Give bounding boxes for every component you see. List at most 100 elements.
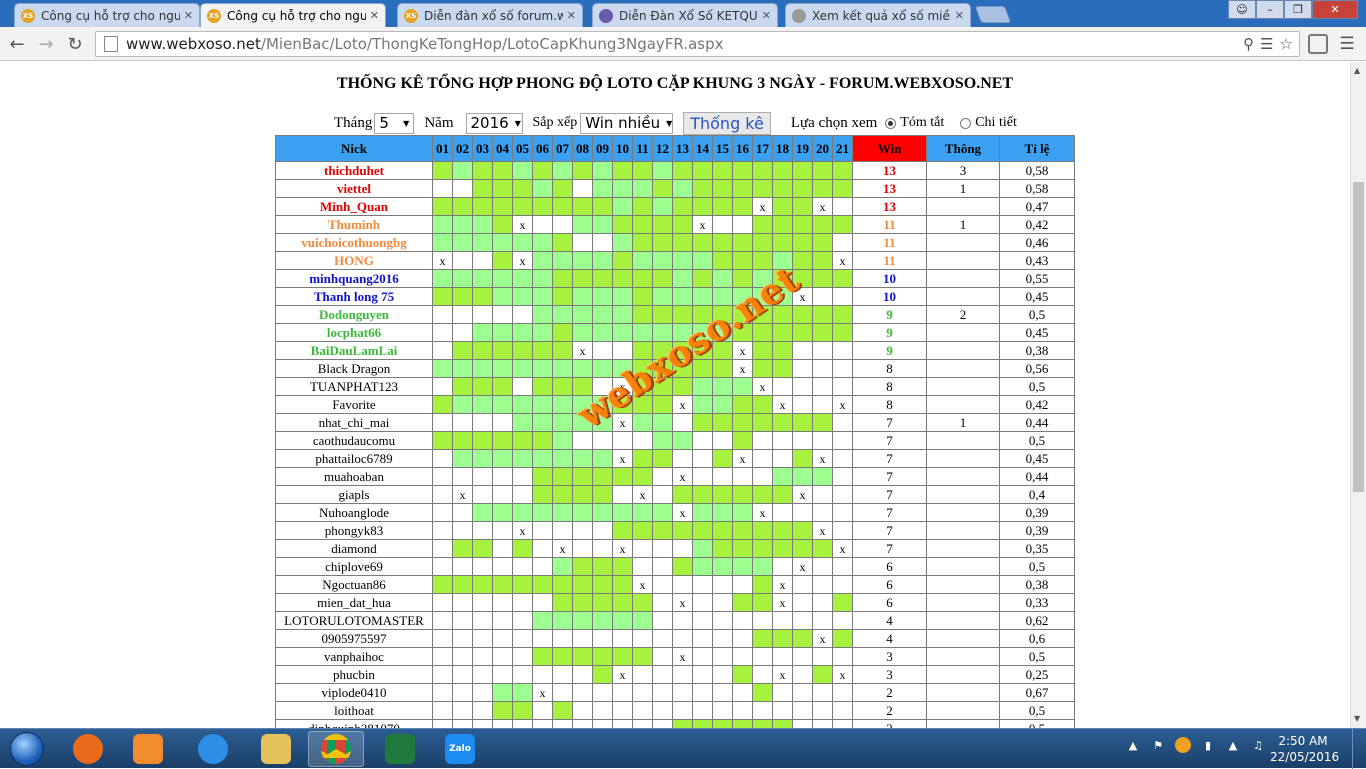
header-day[interactable]: 15 <box>712 135 733 162</box>
maximize-button[interactable]: ❐ <box>1284 0 1312 19</box>
address-bar[interactable]: www.webxoso.net/MienBac/Loto/ThongKeTong… <box>95 31 1300 57</box>
media-player-taskbar-button[interactable] <box>120 731 176 767</box>
header-day[interactable]: 05 <box>512 135 533 162</box>
header-day[interactable]: 02 <box>452 135 473 162</box>
signal-icon[interactable]: ▲ <box>1225 737 1241 753</box>
zalo-taskbar-button[interactable]: Zalo <box>432 731 488 767</box>
header-day[interactable]: 16 <box>732 135 753 162</box>
chrome-taskbar-button[interactable] <box>308 731 364 767</box>
nick-cell[interactable]: muahoaban <box>275 467 433 486</box>
bookmark-star-icon[interactable]: ☆ <box>1280 35 1293 53</box>
header-day[interactable]: 08 <box>572 135 593 162</box>
nick-cell[interactable]: vuichoicothuongbg <box>275 233 433 252</box>
sort-select[interactable]: Win nhiều ▼ <box>580 112 674 134</box>
month-select[interactable]: 5 ▼ <box>374 112 415 134</box>
network-flag-icon[interactable]: ⚑ <box>1150 737 1166 753</box>
header-day[interactable]: 19 <box>792 135 813 162</box>
header-day[interactable]: 03 <box>472 135 493 162</box>
user-icon[interactable]: ☺ <box>1228 0 1256 19</box>
nick-cell[interactable]: caothudaucomu <box>275 431 433 450</box>
nick-cell[interactable]: HONG <box>275 251 433 270</box>
reload-icon[interactable]: ↻ <box>64 33 86 55</box>
translate-icon[interactable]: ☰ <box>1260 35 1273 53</box>
nick-cell[interactable]: viettel <box>275 179 433 198</box>
header-day[interactable]: 18 <box>772 135 793 162</box>
nick-cell[interactable]: locphat66 <box>275 323 433 342</box>
tab-close-icon[interactable]: ✕ <box>955 9 964 22</box>
header-day[interactable]: 09 <box>592 135 613 162</box>
tray-up-arrow-icon[interactable]: ▲ <box>1125 737 1141 753</box>
scroll-down-icon[interactable]: ▼ <box>1354 714 1360 723</box>
forward-arrow-icon[interactable]: → <box>35 33 57 55</box>
scroll-up-icon[interactable]: ▲ <box>1354 66 1360 75</box>
new-tab-button[interactable] <box>974 6 1012 23</box>
volume-icon[interactable]: ♫ <box>1250 737 1266 753</box>
internet-explorer-taskbar-button[interactable] <box>185 731 241 767</box>
header-nick[interactable]: Nick <box>275 135 433 162</box>
nick-cell[interactable]: Favorite <box>275 395 433 414</box>
nick-cell[interactable]: minhquang2016 <box>275 269 433 288</box>
header-day[interactable]: 11 <box>632 135 653 162</box>
tab-close-icon[interactable]: ✕ <box>370 9 379 22</box>
nick-cell[interactable]: nhat_chi_mai <box>275 413 433 432</box>
nick-cell[interactable]: TUANPHAT123 <box>275 377 433 396</box>
back-arrow-icon[interactable]: ← <box>6 33 28 55</box>
browser-tab[interactable]: Xem kết quả xổ số miền B ✕ <box>785 3 971 27</box>
header-day[interactable]: 12 <box>652 135 673 162</box>
nick-cell[interactable]: Black Dragon <box>275 359 433 378</box>
nick-cell[interactable]: viplode0410 <box>275 683 433 702</box>
header-day[interactable]: 06 <box>532 135 553 162</box>
excel-taskbar-button[interactable] <box>372 731 428 767</box>
browser-tab[interactable]: XS Công cụ hỗ trợ cho người ✕ <box>14 3 200 27</box>
nick-cell[interactable]: giapls <box>275 485 433 504</box>
header-day[interactable]: 13 <box>672 135 693 162</box>
header-day[interactable]: 14 <box>692 135 713 162</box>
nick-cell[interactable]: LOTORULOTOMASTER <box>275 611 433 630</box>
show-desktop-button[interactable] <box>1352 729 1366 769</box>
header-day[interactable]: 17 <box>752 135 773 162</box>
nick-cell[interactable]: loithoat <box>275 701 433 720</box>
tray-app-icon[interactable] <box>1175 737 1191 753</box>
thong-ke-button[interactable]: Thống kê <box>683 111 771 135</box>
header-win[interactable]: Win <box>852 135 927 162</box>
nick-cell[interactable]: phattailoc6789 <box>275 449 433 468</box>
nick-cell[interactable]: Thuminh <box>275 215 433 234</box>
browser-tab[interactable]: Diễn Đàn Xổ Số KETQUA ✕ <box>592 3 778 27</box>
tab-close-icon[interactable]: ✕ <box>762 9 771 22</box>
vertical-scrollbar[interactable]: ▲ ▼ <box>1350 62 1366 728</box>
nick-cell[interactable]: dinhquinh281070 <box>275 719 433 728</box>
browser-tab[interactable]: XS Công cụ hỗ trợ cho người ✕ <box>200 3 386 27</box>
browser-tab[interactable]: XS Diễn đàn xổ số forum.web ✕ <box>397 3 583 27</box>
firefox-taskbar-button[interactable] <box>60 731 116 767</box>
nick-cell[interactable]: Dodonguyen <box>275 305 433 324</box>
file-explorer-taskbar-button[interactable] <box>248 731 304 767</box>
tab-close-icon[interactable]: ✕ <box>184 9 193 22</box>
nick-cell[interactable]: vanphaihoc <box>275 647 433 666</box>
extension-shield-icon[interactable] <box>1308 34 1328 54</box>
year-select[interactable]: 2016 ▼ <box>465 112 523 134</box>
view-detail-radio[interactable]: Chi tiết <box>960 115 1017 131</box>
tab-close-icon[interactable]: ✕ <box>567 9 576 22</box>
header-day[interactable]: 20 <box>812 135 833 162</box>
system-clock[interactable]: 2:50 AM 22/05/2016 <box>1270 733 1339 765</box>
header-day[interactable]: 10 <box>612 135 633 162</box>
scrollbar-thumb[interactable] <box>1353 182 1364 492</box>
header-day[interactable]: 01 <box>432 135 453 162</box>
header-day[interactable]: 07 <box>552 135 573 162</box>
nick-cell[interactable]: phucbin <box>275 665 433 684</box>
nick-cell[interactable]: diamond <box>275 539 433 558</box>
battery-icon[interactable]: ▮ <box>1200 737 1216 753</box>
nick-cell[interactable]: Ngoctuan86 <box>275 575 433 594</box>
chrome-menu-icon[interactable]: ☰ <box>1336 33 1358 55</box>
nick-cell[interactable]: phongyk83 <box>275 521 433 540</box>
header-rate[interactable]: Tỉ lệ <box>999 135 1075 162</box>
view-summary-radio[interactable]: Tóm tắt <box>885 115 944 131</box>
header-day[interactable]: 21 <box>832 135 853 162</box>
nick-cell[interactable]: BaiDauLamLai <box>275 341 433 360</box>
start-button[interactable] <box>4 730 50 768</box>
zoom-icon[interactable]: ⚲ <box>1243 35 1254 53</box>
header-thong[interactable]: Thông <box>926 135 1000 162</box>
nick-cell[interactable]: thichduhet <box>275 161 433 180</box>
minimize-button[interactable]: – <box>1256 0 1284 19</box>
nick-cell[interactable]: Minh_Quan <box>275 197 433 216</box>
